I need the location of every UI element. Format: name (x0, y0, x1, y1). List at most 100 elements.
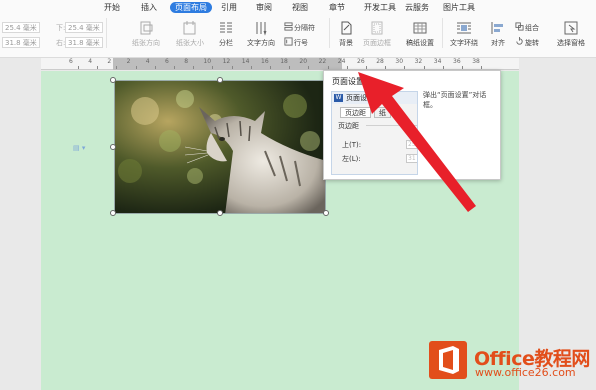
resize-handle[interactable] (110, 210, 116, 216)
group-icon (515, 22, 524, 31)
resize-handle[interactable] (110, 77, 116, 83)
page-border-button[interactable]: 页面边框 (361, 20, 393, 48)
columns-button[interactable]: 分栏 (213, 20, 239, 48)
tab-view[interactable]: 视图 (292, 2, 308, 13)
resize-handle[interactable] (323, 210, 329, 216)
margin-right-field[interactable]: 右: 31.8 毫米 (56, 37, 103, 49)
group-button[interactable]: 组合 (515, 22, 539, 33)
ruler-number: 22 (318, 58, 327, 65)
text-direction-button[interactable]: 文字方向 (243, 20, 279, 48)
ruler-tick (327, 66, 329, 69)
paper-size-button[interactable]: 纸张大小 (172, 20, 208, 48)
text-wrap-icon (456, 20, 472, 36)
tab-review[interactable]: 审阅 (256, 2, 272, 13)
paper-size-icon (182, 20, 198, 36)
ruler-tick (97, 66, 99, 69)
paper-setup-label: 稿纸设置 (406, 39, 434, 47)
ruler-tick (289, 66, 291, 69)
selection-pane-icon (563, 20, 579, 36)
text-direction-label: 文字方向 (247, 39, 275, 47)
orientation-button[interactable]: 纸张方向 (128, 20, 164, 48)
red-arrow-icon (358, 72, 476, 212)
tab-cloud[interactable]: 云服务 (405, 2, 429, 13)
cat-photo-graphic (115, 81, 325, 213)
ruler-number: 2 (107, 58, 112, 65)
ruler-number: 28 (376, 58, 384, 65)
ruler-number: 14 (241, 58, 250, 65)
margin-bottom-field[interactable]: 下: 25.4 毫米 (56, 22, 103, 34)
breaks-button[interactable]: 分隔符 (284, 22, 315, 33)
ruler-number: 6 (69, 58, 73, 65)
ruler-number: 30 (395, 58, 404, 65)
ruler-number: 16 (261, 58, 269, 65)
margin-left-field[interactable]: 31.8 毫米 (2, 37, 40, 49)
background-icon (338, 20, 354, 36)
rotate-label: 旋转 (525, 39, 539, 47)
group-label: 组合 (525, 24, 539, 32)
ruler-number: 38 (472, 58, 480, 65)
align-button[interactable]: 对齐 (487, 20, 509, 48)
tab-developer[interactable]: 开发工具 (364, 2, 396, 13)
resize-handle[interactable] (217, 77, 223, 83)
margin-top-input[interactable]: 25.4 毫米 (2, 22, 40, 33)
paper-setup-button[interactable]: 稿纸设置 (403, 20, 437, 48)
selection-pane-button[interactable]: 选择窗格 (553, 20, 589, 48)
ruler-number: 24 (337, 58, 346, 65)
margin-left-input[interactable]: 31.8 毫米 (2, 37, 40, 48)
ruler-tick (250, 66, 252, 69)
tab-chapter[interactable]: 章节 (329, 2, 345, 13)
page-border-label: 页面边框 (363, 39, 391, 47)
ruler-tick (135, 66, 137, 69)
ruler-tick (481, 66, 483, 69)
ruler-tick (174, 66, 175, 69)
logo-url: www.office26.com (475, 366, 576, 379)
rotate-icon (516, 37, 523, 45)
ruler-number: 34 (433, 58, 442, 65)
ruler-number: 6 (165, 58, 169, 65)
tab-page-layout[interactable]: 页面布局 (170, 2, 212, 13)
ribbon-separator (329, 18, 330, 48)
resize-handle[interactable] (217, 210, 223, 216)
menu-bar: 开始 插入 页面布局 引用 审阅 视图 章节 开发工具 云服务 图片工具 (0, 0, 596, 14)
breaks-label: 分隔符 (294, 24, 315, 32)
orientation-label: 纸张方向 (132, 39, 160, 47)
cat-image[interactable] (114, 80, 326, 214)
ruler-number: 4 (88, 58, 93, 65)
text-wrap-button[interactable]: 文字环绕 (445, 20, 483, 48)
line-numbers-button[interactable]: 行号 (284, 37, 308, 48)
margin-bottom-label: 下: (56, 24, 66, 32)
tab-insert[interactable]: 插入 (141, 2, 157, 13)
tab-references[interactable]: 引用 (221, 2, 237, 13)
ribbon-separator (106, 18, 107, 48)
background-button[interactable]: 背景 (333, 20, 359, 48)
ribbon-separator (442, 18, 443, 48)
office-logo-icon (429, 341, 467, 379)
tab-picture-tools[interactable]: 图片工具 (443, 2, 475, 13)
margin-bottom-input[interactable]: 25.4 毫米 (65, 22, 103, 33)
breaks-icon (284, 22, 293, 31)
margin-top-field[interactable]: 25.4 毫米 (2, 22, 40, 34)
ruler-tick (78, 66, 79, 69)
ruler-number: 12 (222, 58, 231, 65)
paragraph-marker-icon[interactable]: ▤ ▾ (73, 144, 85, 152)
resize-handle[interactable] (110, 144, 116, 150)
line-numbers-icon (284, 37, 293, 46)
ruler-tick (270, 66, 271, 69)
ribbon-toolbar: 25.4 毫米 31.8 毫米 下: 25.4 毫米 右: 31.8 毫米 纸张方向… (0, 14, 596, 58)
ruler-number: 20 (299, 58, 308, 65)
ruler-number: 4 (145, 58, 150, 65)
tab-home[interactable]: 开始 (104, 2, 120, 13)
line-numbers-label: 行号 (294, 39, 308, 47)
paper-size-label: 纸张大小 (176, 39, 204, 47)
rotate-button[interactable]: 旋转 (515, 37, 539, 48)
selection-pane-label: 选择窗格 (557, 39, 585, 47)
columns-label: 分栏 (219, 39, 233, 47)
ruler-tick (154, 66, 156, 69)
ruler-number: 2 (126, 58, 131, 65)
ruler-tick (308, 66, 310, 69)
text-wrap-label: 文字环绕 (450, 39, 478, 47)
ruler-number: 36 (453, 58, 461, 65)
ruler-number: 8 (184, 58, 189, 65)
margin-right-input[interactable]: 31.8 毫米 (65, 37, 103, 48)
ruler-number: 26 (357, 58, 365, 65)
